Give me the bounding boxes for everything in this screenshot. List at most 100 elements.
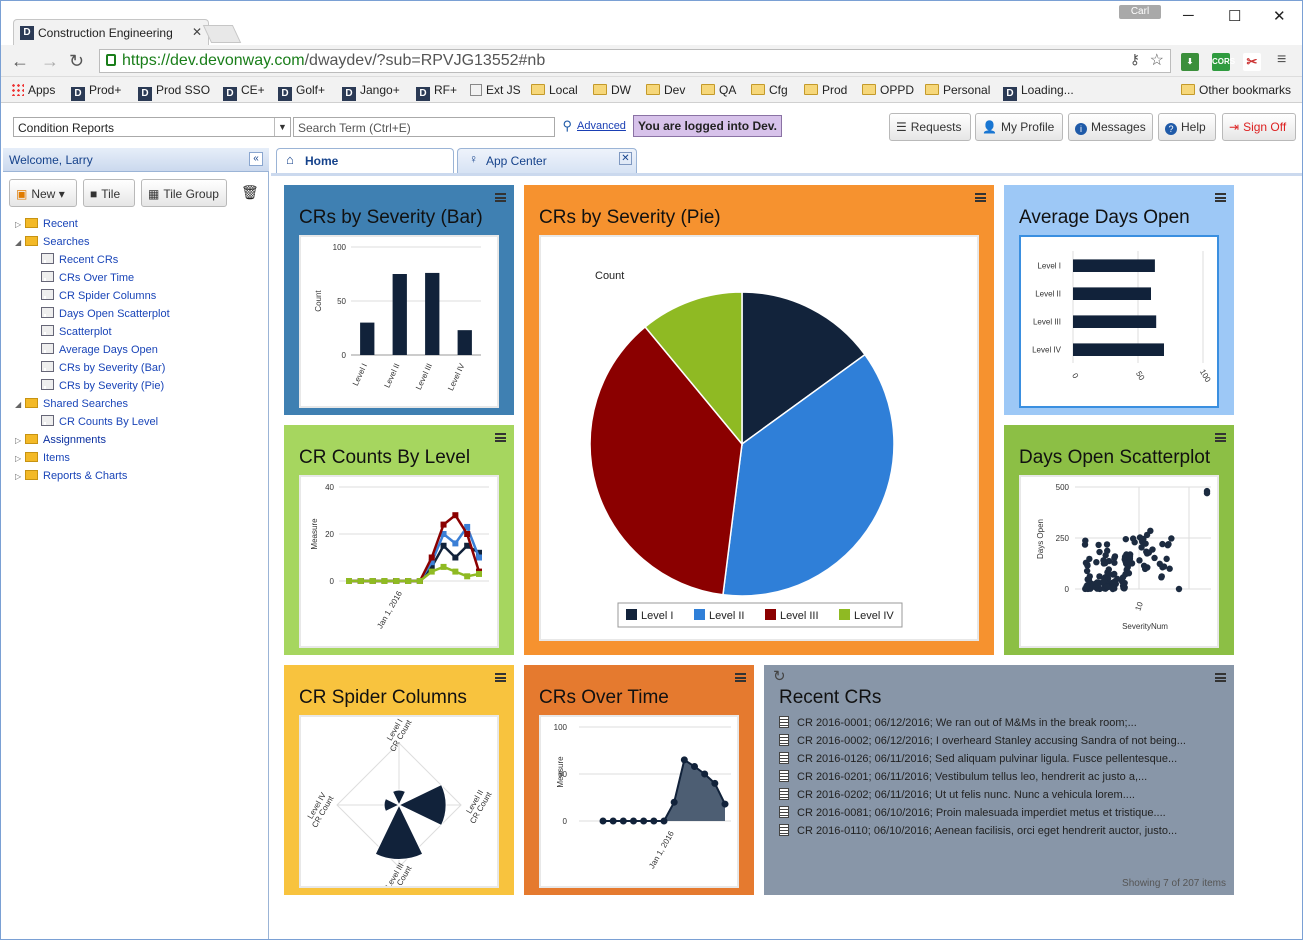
trash-icon[interactable]: 🗑 <box>241 184 259 201</box>
tree-node-crs-by-severity-bar[interactable]: CRs by Severity (Bar) <box>41 360 165 376</box>
minimize-icon[interactable]: ─ <box>1183 7 1194 24</box>
tree-node-average-days-open[interactable]: Average Days Open <box>41 342 158 358</box>
bookmark-qa[interactable]: QA <box>701 83 736 97</box>
tab-app-center[interactable]: ♀ App Center ✕ <box>457 148 637 173</box>
tile-cr-spider-columns[interactable]: CR Spider Columns Level I CR Count Level I… <box>284 665 514 895</box>
close-icon[interactable]: ✕ <box>619 152 632 165</box>
menu-icon[interactable] <box>1215 673 1226 682</box>
tile-crs-by-severity-pie[interactable]: CRs by Severity (Pie) Count Level I Level … <box>524 185 994 655</box>
list-item[interactable]: CR 2016-0002; 06/12/2016; I overheard St… <box>779 732 1186 750</box>
new-button[interactable]: ▣ New ▾ <box>9 179 77 207</box>
bookmark-personal[interactable]: Personal <box>925 83 990 97</box>
sign-off-icon: ⇥ <box>1229 120 1240 134</box>
search-input[interactable]: Search Term (Ctrl+E) ⚲ <box>293 117 572 137</box>
bookmark-prod-plus[interactable]: D Prod+ <box>71 83 121 101</box>
module-select[interactable]: Condition Reports ▼ <box>13 117 291 137</box>
close-window-icon[interactable]: ✕ <box>1273 7 1286 25</box>
bookmark-cfg[interactable]: Cfg <box>751 83 788 97</box>
browser-tab[interactable]: D Construction Engineering ✕ <box>13 19 209 45</box>
tile-crs-over-time[interactable]: CRs Over Time 0 50 100 Measure Jan 1, 2016 <box>524 665 754 895</box>
chrome-menu-icon[interactable]: ≡ <box>1277 51 1286 69</box>
bookmark-jango-plus[interactable]: D Jango+ <box>342 83 400 101</box>
list-item[interactable]: CR 2016-0202; 06/11/2016; Ut ut felis nu… <box>779 786 1135 804</box>
messages-button[interactable]: i Messages <box>1068 113 1153 141</box>
tile-cr-counts-by-level[interactable]: CR Counts By Level 0 20 40 Measure Jan 1, 20… <box>284 425 514 655</box>
list-item[interactable]: CR 2016-0201; 06/11/2016; Vestibulum tel… <box>779 768 1147 786</box>
my-profile-button[interactable]: 👤 My Profile <box>975 113 1063 141</box>
other-bookmarks[interactable]: Other bookmarks <box>1181 83 1291 97</box>
bookmark-prod[interactable]: Prod <box>804 83 847 97</box>
tree-node-cr-counts-by-level[interactable]: CR Counts By Level <box>41 414 158 430</box>
tile-crs-by-severity-bar[interactable]: CRs by Severity (Bar) 0 50 100 Count Level I… <box>284 185 514 415</box>
bookmark-golf-plus[interactable]: D Golf+ <box>278 83 325 101</box>
menu-icon[interactable] <box>495 193 506 202</box>
bookmark-loading[interactable]: D Loading... <box>1003 83 1074 101</box>
tree-node-searches[interactable]: ◢ Searches <box>15 234 89 250</box>
tree-node-scatterplot[interactable]: Scatterplot <box>41 324 112 340</box>
list-item[interactable]: CR 2016-0081; 06/10/2016; Proin malesuad… <box>779 804 1166 822</box>
bookmark-rf-plus[interactable]: D RF+ <box>416 83 457 101</box>
chevron-down-icon[interactable]: ▼ <box>274 118 290 136</box>
search-icon[interactable]: ⚲ <box>562 118 572 134</box>
tree-node-crs-over-time[interactable]: CRs Over Time <box>41 270 134 286</box>
tile-group-button[interactable]: ▦ Tile Group <box>141 179 227 207</box>
data-point <box>1138 544 1145 551</box>
list-item[interactable]: CR 2016-0110; 06/10/2016; Aenean facilis… <box>779 822 1177 840</box>
bookmark-dev[interactable]: Dev <box>646 83 685 97</box>
scissors-extension-icon[interactable]: ✂ <box>1243 53 1261 71</box>
tile-button[interactable]: ■ Tile <box>83 179 135 207</box>
menu-icon[interactable] <box>1215 193 1226 202</box>
bookmark-star-icon[interactable]: ☆ <box>1150 50 1164 70</box>
data-point <box>1129 535 1137 542</box>
tab-home[interactable]: ⌂ Home <box>276 148 454 173</box>
data-point <box>1143 548 1150 555</box>
tree-node-recent[interactable]: ▷ Recent <box>15 216 78 232</box>
requests-button[interactable]: ☰ Requests <box>889 113 971 141</box>
tree-node-items[interactable]: ▷ Items <box>15 450 70 466</box>
tree-node-days-open-scatterplot[interactable]: Days Open Scatterplot <box>41 306 170 322</box>
bookmark-oppd[interactable]: OPPD <box>862 83 914 97</box>
menu-icon[interactable] <box>1215 433 1226 442</box>
refresh-icon[interactable]: ↻ <box>773 667 786 685</box>
tree-node-crs-by-severity-pie[interactable]: CRs by Severity (Pie) <box>41 378 164 394</box>
tile-recent-crs[interactable]: ↻ Recent CRs CR 2016-0001; 06/12/2016; W… <box>764 665 1234 895</box>
address-bar[interactable]: https://dev.devonway.com/dwaydev/?sub=RP… <box>99 49 1171 73</box>
back-arrow-icon[interactable]: ← <box>11 51 29 72</box>
reload-icon[interactable]: ↻ <box>69 51 84 72</box>
bookmark-prod-sso[interactable]: D Prod SSO <box>138 83 210 101</box>
tree-node-cr-spider-columns[interactable]: CR Spider Columns <box>41 288 156 304</box>
tree-node-recent-crs[interactable]: Recent CRs <box>41 252 118 268</box>
bookmark-ext-js[interactable]: Ext JS <box>470 83 521 97</box>
bookmark-apps[interactable]: Apps <box>11 83 55 97</box>
maximize-icon[interactable]: ☐ <box>1228 7 1241 25</box>
menu-icon[interactable] <box>735 673 746 682</box>
tree-node-shared-searches[interactable]: ◢ Shared Searches <box>15 396 128 412</box>
key-icon[interactable]: ⚷ <box>1130 51 1140 68</box>
close-tab-icon[interactable]: ✕ <box>192 25 202 39</box>
help-button[interactable]: ? Help <box>1158 113 1216 141</box>
menu-icon[interactable] <box>495 673 506 682</box>
folder-icon <box>25 218 38 228</box>
tile-icon: ■ <box>90 187 98 201</box>
list-item[interactable]: CR 2016-0001; 06/12/2016; We ran out of … <box>779 714 1137 732</box>
data-point <box>701 770 709 778</box>
menu-icon[interactable] <box>975 193 986 202</box>
cors-extension-icon[interactable]: CORS <box>1212 53 1235 71</box>
list-item[interactable]: CR 2016-0126; 06/11/2016; Sed aliquam pu… <box>779 750 1177 768</box>
tile-days-open-scatterplot[interactable]: Days Open Scatterplot 0 250 500 Days Open 10… <box>1004 425 1234 655</box>
bookmark-dw[interactable]: DW <box>593 83 631 97</box>
bookmark-ce-plus[interactable]: D CE+ <box>223 83 265 101</box>
profile-badge[interactable]: Carl <box>1119 5 1161 19</box>
bookmark-local[interactable]: Local <box>531 83 578 97</box>
extension-arrow-icon[interactable]: ⬇ <box>1181 53 1199 71</box>
collapse-icon[interactable]: « <box>249 152 263 166</box>
sign-off-button[interactable]: ⇥ Sign Off <box>1222 113 1296 141</box>
devonway-icon: D <box>278 87 292 101</box>
tile-average-days-open[interactable]: Average Days Open 0 50 100 Level I Level II L… <box>1004 185 1234 415</box>
tree-node-assignments[interactable]: ▷ Assignments <box>15 432 106 448</box>
forward-arrow-icon[interactable]: → <box>41 51 59 72</box>
advanced-search-link[interactable]: Advanced <box>577 120 626 132</box>
tree-node-reports-charts[interactable]: ▷ Reports & Charts <box>15 468 127 484</box>
menu-icon[interactable] <box>495 433 506 442</box>
data-point <box>1111 578 1119 585</box>
